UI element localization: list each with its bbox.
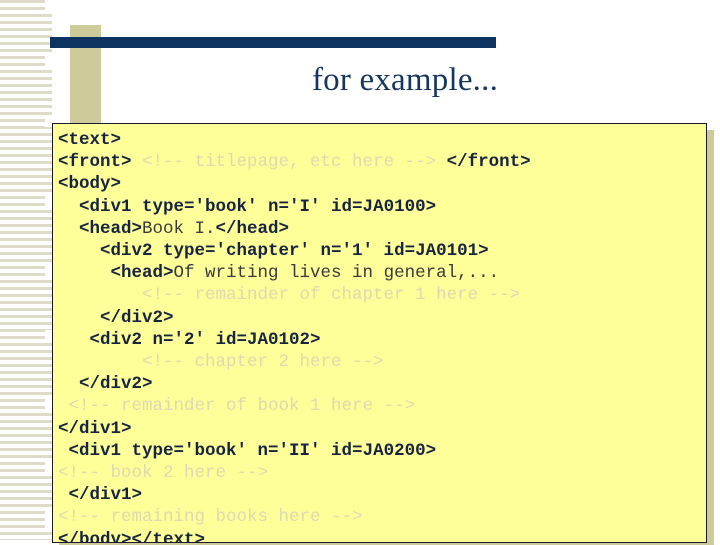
code-line: <head>Of writing lives in general,... <box>58 262 706 284</box>
code-line: <text> <box>58 129 706 151</box>
code-line: <div2 type='chapter' n='1' id=JA0101> <box>58 240 706 262</box>
stripe-notch <box>45 118 52 127</box>
code-token-comment: <!-- titlepage, etc here --> <box>131 152 447 173</box>
code-token-comment: <!-- chapter 2 here --> <box>142 352 384 373</box>
code-listing-panel: <text> <front> <!-- titlepage, etc here -… <box>52 123 707 543</box>
code-line: <!-- book 2 here --> <box>58 462 706 484</box>
code-token-tag: </body></text> <box>58 529 206 543</box>
code-line: <div2 n='2' id=JA0102> <box>58 329 706 351</box>
code-token-tag: <div2 type='chapter' n='1' id=JA0101> <box>100 241 489 262</box>
stripe-notch <box>45 330 52 340</box>
code-line: </div2> <box>58 373 706 395</box>
stripe-notch <box>45 510 52 528</box>
code-token-tag: <text> <box>58 130 122 150</box>
code-line: <!-- chapter 2 here --> <box>58 351 706 373</box>
code-lines-container: <text> <front> <!-- titlepage, etc here -… <box>58 129 706 543</box>
code-token-tag: </div1> <box>68 485 143 506</box>
code-token-tag: <head> <box>110 263 174 284</box>
code-line: </div1> <box>58 418 706 440</box>
code-line: <div1 type='book' n='II' id=JA0200> <box>58 440 706 462</box>
code-line: <front> <!-- titlepage, etc here --> </f… <box>58 151 706 173</box>
code-line: </div2> <box>58 307 706 329</box>
code-token-tag: </front> <box>446 152 531 173</box>
stripe-notch <box>45 462 52 473</box>
code-line: </div1> <box>58 484 706 506</box>
code-token-tag: </div2> <box>100 307 174 328</box>
code-token-tag: <front> <box>58 152 132 173</box>
code-token-comment: <!-- remainder of chapter 1 here --> <box>142 285 521 306</box>
navy-horizontal-rule <box>50 37 496 48</box>
code-line: <div1 type='book' n='I' id=JA0100> <box>58 196 706 218</box>
code-token-tag: <div1 type='book' n='I' id=JA0100> <box>79 196 437 217</box>
stripe-notch <box>45 398 52 411</box>
code-line: <body> <box>58 173 706 195</box>
code-token-text: Book I. <box>142 218 216 239</box>
code-token-tag: <div1 type='book' n='II' id=JA0200> <box>68 440 437 461</box>
code-line: </body></text> <box>58 529 706 543</box>
code-token-tag: </div2> <box>79 374 153 395</box>
code-token-tag: </head> <box>215 218 290 239</box>
code-token-comment: <!-- remaining books here --> <box>58 507 363 528</box>
code-token-tag: </div1> <box>58 418 132 439</box>
code-line: <!-- remaining books here --> <box>58 506 706 528</box>
code-token-tag: <head> <box>79 218 143 239</box>
code-token-tag: <div2 n='2' id=JA0102> <box>89 329 321 350</box>
code-token-comment: <!-- remainder of book 1 here --> <box>68 396 416 417</box>
stripe-notch <box>45 196 52 207</box>
stripe-notch <box>45 0 52 14</box>
code-line: <!-- remainder of chapter 1 here --> <box>58 284 706 306</box>
code-token-text: Of writing lives in general,... <box>173 263 500 284</box>
code-line: <head>Book I.</head> <box>58 218 706 240</box>
stripe-notch <box>45 262 52 276</box>
code-token-comment: <!-- book 2 here --> <box>58 463 269 484</box>
code-token-tag: <body> <box>58 174 122 195</box>
page-title: for example... <box>311 62 499 98</box>
code-line: <!-- remainder of book 1 here --> <box>58 395 706 417</box>
